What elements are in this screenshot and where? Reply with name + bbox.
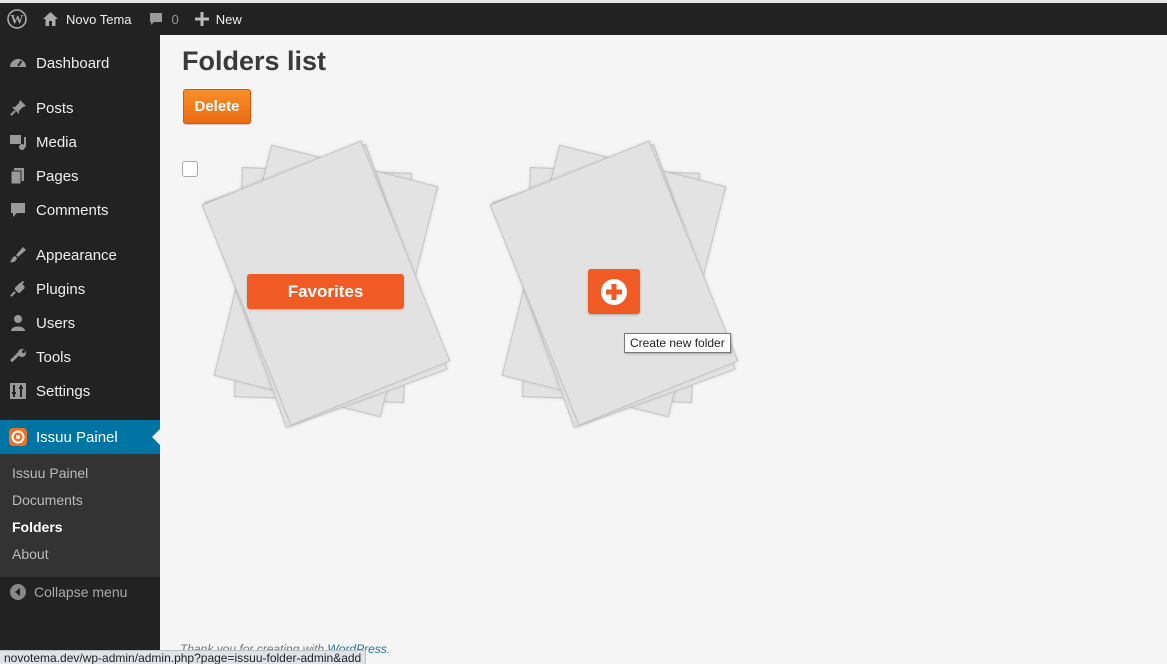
- media-icon: [0, 133, 36, 151]
- comments-link[interactable]: 0: [140, 3, 187, 35]
- svg-text:W: W: [11, 12, 24, 27]
- admin-bar: W Novo Tema 0 New: [0, 0, 1167, 35]
- sidebar-item-label: Comments: [36, 201, 109, 219]
- sidebar-item-label: Issuu Painel: [36, 428, 118, 446]
- sidebar-item-label: Appearance: [36, 246, 117, 264]
- dashboard-icon: [0, 54, 36, 72]
- sidebar-item-plugins[interactable]: Plugins: [0, 272, 160, 306]
- plus-icon: [194, 12, 209, 26]
- sidebar-item-comments[interactable]: Comments: [0, 193, 160, 227]
- folder-select-checkbox[interactable]: [182, 161, 198, 177]
- issuu-icon: [0, 427, 36, 447]
- folder-name-button[interactable]: Favorites: [247, 274, 404, 309]
- settings-icon: [0, 382, 36, 400]
- page-title: Folders list: [182, 46, 327, 76]
- sidebar-item-tools[interactable]: Tools: [0, 340, 160, 374]
- add-circle-icon: [601, 278, 627, 305]
- create-folder-card[interactable]: [488, 140, 758, 440]
- main-content: Folders list Delete Favorites Create new…: [160, 35, 1167, 664]
- sidebar-item-dashboard[interactable]: Dashboard: [0, 46, 160, 80]
- brush-icon: [0, 246, 36, 264]
- wordpress-logo-icon[interactable]: W: [0, 3, 34, 35]
- sidebar-item-pages[interactable]: Pages: [0, 159, 160, 193]
- issuu-submenu: Issuu Painel Documents Folders About: [0, 454, 160, 577]
- folder-card[interactable]: Favorites: [200, 140, 470, 440]
- sidebar-item-posts[interactable]: Posts: [0, 91, 160, 125]
- submenu-item-folders[interactable]: Folders: [12, 519, 63, 535]
- plug-icon: [0, 280, 36, 298]
- sidebar-item-label: Tools: [36, 348, 72, 366]
- site-name-link[interactable]: Novo Tema: [34, 3, 140, 35]
- sidebar-item-settings[interactable]: Settings: [0, 374, 160, 408]
- sidebar-item-label: Settings: [36, 382, 91, 400]
- collapse-menu-label: Collapse menu: [34, 584, 128, 600]
- browser-status-url: novotema.dev/wp-admin/admin.php?page=iss…: [0, 650, 367, 664]
- new-label: New: [215, 11, 242, 27]
- sidebar-item-issuu-painel[interactable]: Issuu Painel: [0, 420, 160, 454]
- admin-sidebar: Dashboard Posts Media Pages Comments App…: [0, 35, 160, 664]
- sidebar-item-media[interactable]: Media: [0, 125, 160, 159]
- create-folder-button[interactable]: [588, 269, 640, 314]
- collapse-arrow-icon: [10, 584, 26, 600]
- sidebar-item-label: Dashboard: [36, 54, 110, 72]
- sidebar-item-label: Media: [36, 133, 77, 151]
- pages-icon: [0, 167, 36, 185]
- comment-icon: [0, 201, 36, 219]
- sidebar-item-appearance[interactable]: Appearance: [0, 238, 160, 272]
- footer-suffix: .: [386, 642, 391, 656]
- active-menu-arrow: [152, 429, 160, 445]
- sidebar-item-label: Plugins: [36, 280, 86, 298]
- comment-icon: [149, 12, 162, 25]
- new-content-link[interactable]: New: [187, 3, 250, 35]
- wrench-icon: [0, 348, 36, 366]
- delete-button[interactable]: Delete: [183, 89, 251, 124]
- collapse-menu-button[interactable]: Collapse menu: [10, 584, 127, 600]
- submenu-item-documents[interactable]: Documents: [12, 492, 83, 508]
- pin-icon: [0, 99, 36, 117]
- home-icon: [43, 12, 58, 26]
- sidebar-item-label: Posts: [36, 99, 74, 117]
- sidebar-item-label: Users: [36, 314, 76, 332]
- sidebar-item-label: Pages: [36, 167, 79, 185]
- comments-count: 0: [171, 11, 179, 27]
- create-folder-tooltip: Create new folder: [624, 333, 731, 353]
- user-icon: [0, 314, 36, 332]
- submenu-item-about[interactable]: About: [12, 546, 49, 562]
- sidebar-item-users[interactable]: Users: [0, 306, 160, 340]
- site-name: Novo Tema: [66, 11, 132, 27]
- submenu-item-issuu-painel[interactable]: Issuu Painel: [12, 465, 88, 481]
